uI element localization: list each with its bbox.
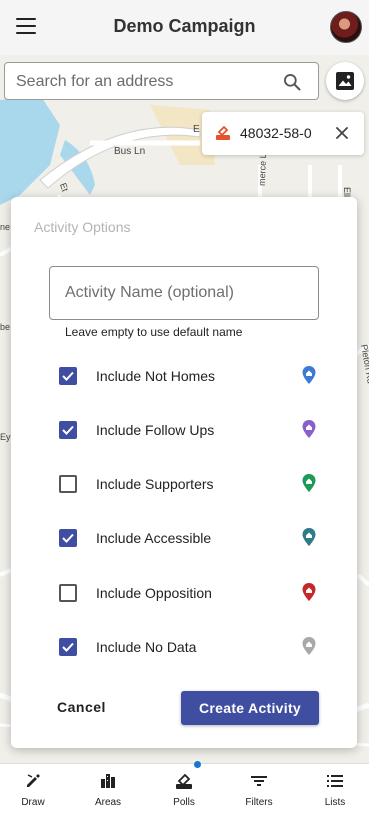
activity-name-placeholder: Activity Name (optional) (65, 284, 234, 301)
option-not-homes[interactable]: Include Not Homes (59, 365, 329, 387)
avatar[interactable] (330, 11, 362, 43)
filters-icon (251, 776, 267, 786)
map-street-label: ne (0, 222, 10, 232)
map-pin-icon (302, 528, 316, 546)
checkbox[interactable] (59, 638, 77, 656)
option-no-data[interactable]: Include No Data (59, 636, 329, 658)
option-label: Include Not Homes (96, 368, 216, 384)
nav-item-areas[interactable]: Areas (71, 764, 145, 813)
chip-label: 48032-58-0 (240, 125, 312, 141)
nav-item-filters[interactable]: Filters (222, 764, 296, 813)
activity-options-dialog: Activity Options Activity Name (optional… (11, 197, 357, 748)
check-icon (62, 642, 74, 652)
checkbox[interactable] (59, 421, 77, 439)
search-input[interactable]: Search for an address (4, 62, 319, 100)
option-opposition[interactable]: Include Opposition (59, 582, 329, 604)
map-street-label: E (193, 124, 200, 135)
search-icon[interactable] (282, 72, 302, 92)
nav-label: Filters (245, 797, 273, 808)
dialog-title: Activity Options (34, 219, 131, 235)
draw-icon (27, 774, 40, 787)
map-street-label: Ey (0, 432, 11, 442)
app-bar: Demo Campaign (0, 0, 369, 55)
nav-item-draw[interactable]: Draw (0, 764, 70, 813)
map-pin-icon (302, 420, 316, 438)
nav-label: Polls (173, 797, 195, 808)
image-icon (336, 72, 354, 90)
option-label: Include Supporters (96, 476, 214, 492)
search-placeholder: Search for an address (16, 73, 174, 90)
close-icon[interactable] (335, 126, 349, 140)
helper-text: Leave empty to use default name (65, 325, 243, 339)
checkbox[interactable] (59, 475, 77, 493)
checkbox[interactable] (59, 367, 77, 385)
map-pin-icon (302, 474, 316, 492)
check-icon (62, 371, 74, 381)
map-pin-icon (302, 637, 316, 655)
map-layers-button[interactable] (326, 62, 364, 100)
option-label: Include Follow Ups (96, 422, 215, 438)
option-label: Include No Data (96, 639, 197, 655)
polls-icon (176, 773, 192, 789)
nav-label: Lists (324, 797, 346, 808)
poll-icon (216, 125, 230, 140)
option-supporters[interactable]: Include Supporters (59, 473, 329, 495)
nav-item-polls[interactable]: Polls (147, 764, 221, 813)
nav-label: Draw (21, 797, 45, 808)
option-label: Include Opposition (96, 585, 212, 601)
nav-label: Areas (94, 797, 122, 808)
active-indicator-dot (194, 761, 201, 768)
create-activity-button[interactable]: Create Activity (181, 691, 319, 725)
map-pin-icon (302, 366, 316, 384)
map-street-label: be (0, 322, 10, 332)
areas-icon (101, 774, 115, 788)
checkbox[interactable] (59, 584, 77, 602)
check-icon (62, 425, 74, 435)
cancel-button[interactable]: Cancel (57, 699, 106, 715)
option-follow-ups[interactable]: Include Follow Ups (59, 419, 329, 441)
activity-name-input[interactable]: Activity Name (optional) (49, 266, 319, 320)
map-pin-icon (302, 583, 316, 601)
bottom-navigation: Draw Areas Polls Filters Lists (0, 763, 369, 813)
page-title: Demo Campaign (113, 16, 256, 36)
selected-area-chip[interactable]: 48032-58-0 (202, 112, 364, 155)
option-accessible[interactable]: Include Accessible (59, 527, 329, 549)
option-label: Include Accessible (96, 530, 212, 546)
nav-item-lists[interactable]: Lists (298, 764, 369, 813)
lists-icon (327, 775, 343, 787)
check-icon (62, 533, 74, 543)
checkbox[interactable] (59, 529, 77, 547)
map-street-label: Bus Ln (114, 146, 145, 157)
